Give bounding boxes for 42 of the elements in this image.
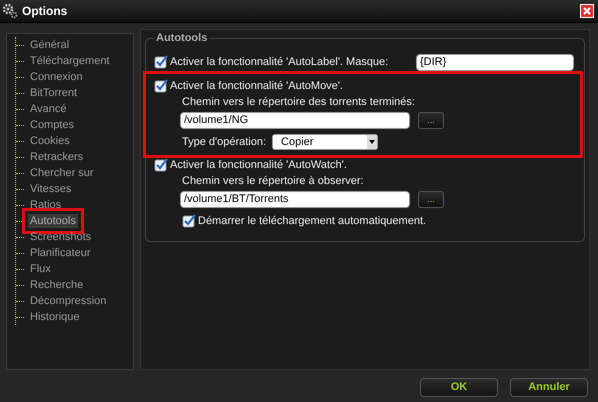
browse-button[interactable]: ... [418,190,444,208]
group-title: Autotools [155,32,208,44]
close-button[interactable] [580,4,594,18]
field-label: Type d'opération: [182,136,266,148]
checkbox-label: Activer la fonctionnalité 'AutoWatch'. [170,159,347,171]
checkbox[interactable] [182,214,196,228]
checkbox[interactable] [154,158,168,172]
input-field[interactable]: /volume1/NG [180,112,410,128]
operation-dropdown[interactable]: Copier [272,134,378,150]
checkbox-label: Activer la fonctionnalité 'AutoMove'. [170,80,343,92]
sidebar-item[interactable]: Recherche [28,278,86,292]
checkbox[interactable] [154,55,168,69]
sidebar-item[interactable]: Connexion [28,70,85,84]
sidebar-item[interactable]: BitTorrent [28,86,80,100]
gear-icon [2,3,18,19]
sidebar-item[interactable]: Général [28,38,72,52]
checkbox[interactable] [154,79,168,93]
checkbox-label: Activer la fonctionnalité 'AutoLabel'. Masque: [170,56,388,68]
sidebar-item[interactable]: Screenshots [28,230,94,244]
field-label: Chemin vers le répertoire des torrents terminés: [182,96,416,108]
sidebar-item[interactable]: Retrackers [28,150,86,164]
dialog-button[interactable]: OK [420,378,498,396]
field-label: Chemin vers le répertoire à observer: [182,175,365,187]
sidebar-item[interactable]: Comptes [28,118,76,132]
sidebar-item[interactable]: Historique [28,310,82,324]
sidebar-item[interactable]: Téléchargement [28,54,112,68]
sidebar-item[interactable]: Autotools [28,214,78,228]
sidebar-item[interactable]: Chercher sur [28,166,96,180]
input-field[interactable]: {DIR} [416,54,574,70]
input-field[interactable]: /volume1/BT/Torrents [180,190,410,208]
browse-button[interactable]: ... [418,112,444,128]
sidebar-item[interactable]: Flux [28,262,53,276]
sidebar-item[interactable]: Décompression [28,294,108,308]
window-title: Options [22,4,68,18]
sidebar-item[interactable]: Ratios [28,198,64,212]
caret-icon [367,135,378,149]
sidebar-item[interactable]: Vitesses [28,182,74,196]
sidebar-item[interactable]: Cookies [28,134,72,148]
sidebar-item[interactable]: Planificateur [28,246,93,260]
checkbox-label: Démarrer le téléchargement automatiquement. [198,215,426,227]
dialog-button[interactable]: Annuler [510,378,588,396]
sidebar-item[interactable]: Avancé [28,102,68,116]
